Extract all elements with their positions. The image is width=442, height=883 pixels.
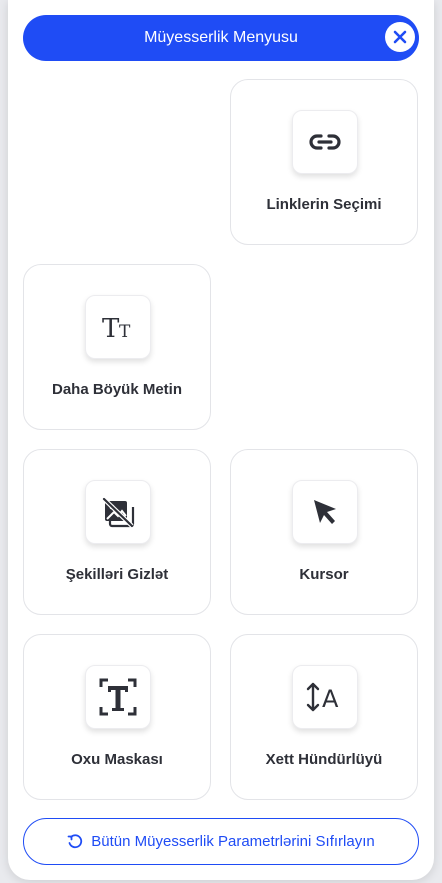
tile-bigger-text[interactable]: T T Daha Böyük Metin	[23, 264, 211, 430]
close-icon	[393, 30, 407, 44]
cursor-icon	[314, 500, 336, 524]
accessibility-menu-panel: Müyesserlik Menyusu Linklerin Seçimi T T…	[8, 0, 434, 880]
line-height-icon-box: A	[292, 665, 358, 729]
tile-label: Xett Hündürlüyü	[265, 751, 383, 768]
tile-hide-images[interactable]: Şekilləri Gizlət	[23, 449, 211, 615]
reset-all-button[interactable]: Bütün Müyesserlik Parametrlərini Sıfırla…	[23, 818, 419, 865]
line-height-icon: A	[306, 682, 339, 713]
tile-label: Daha Böyük Metin	[51, 381, 183, 398]
link-icon	[309, 134, 341, 150]
cursor-icon-box	[292, 480, 358, 544]
tile-label: Kursor	[299, 566, 349, 583]
menu-header: Müyesserlik Menyusu	[23, 15, 419, 61]
link-icon-box	[292, 110, 358, 174]
tile-label: Oxu Maskası	[71, 751, 163, 768]
svg-text:A: A	[322, 685, 339, 713]
tile-highlight-links[interactable]: Linklerin Seçimi	[230, 79, 418, 245]
tile-cursor[interactable]: Kursor	[230, 449, 418, 615]
hide-image-icon	[102, 497, 135, 528]
reading-mask-icon	[99, 678, 137, 716]
close-button[interactable]	[385, 22, 415, 52]
svg-text:T: T	[119, 322, 131, 342]
reset-label: Bütün Müyesserlik Parametrlərini Sıfırla…	[91, 833, 375, 850]
reading-mask-icon-box	[85, 665, 151, 729]
svg-text:T: T	[102, 314, 120, 342]
tile-reading-mask[interactable]: Oxu Maskası	[23, 634, 211, 800]
text-size-icon: T T	[102, 314, 131, 342]
hide-image-icon-box	[85, 480, 151, 544]
reset-icon	[67, 833, 83, 848]
tile-label: Şekilləri Gizlət	[65, 566, 169, 583]
text-size-icon-box: T T	[85, 295, 151, 359]
tile-line-height[interactable]: A Xett Hündürlüyü	[230, 634, 418, 800]
tile-label: Linklerin Seçimi	[266, 196, 382, 213]
menu-title: Müyesserlik Menyusu	[144, 29, 298, 46]
